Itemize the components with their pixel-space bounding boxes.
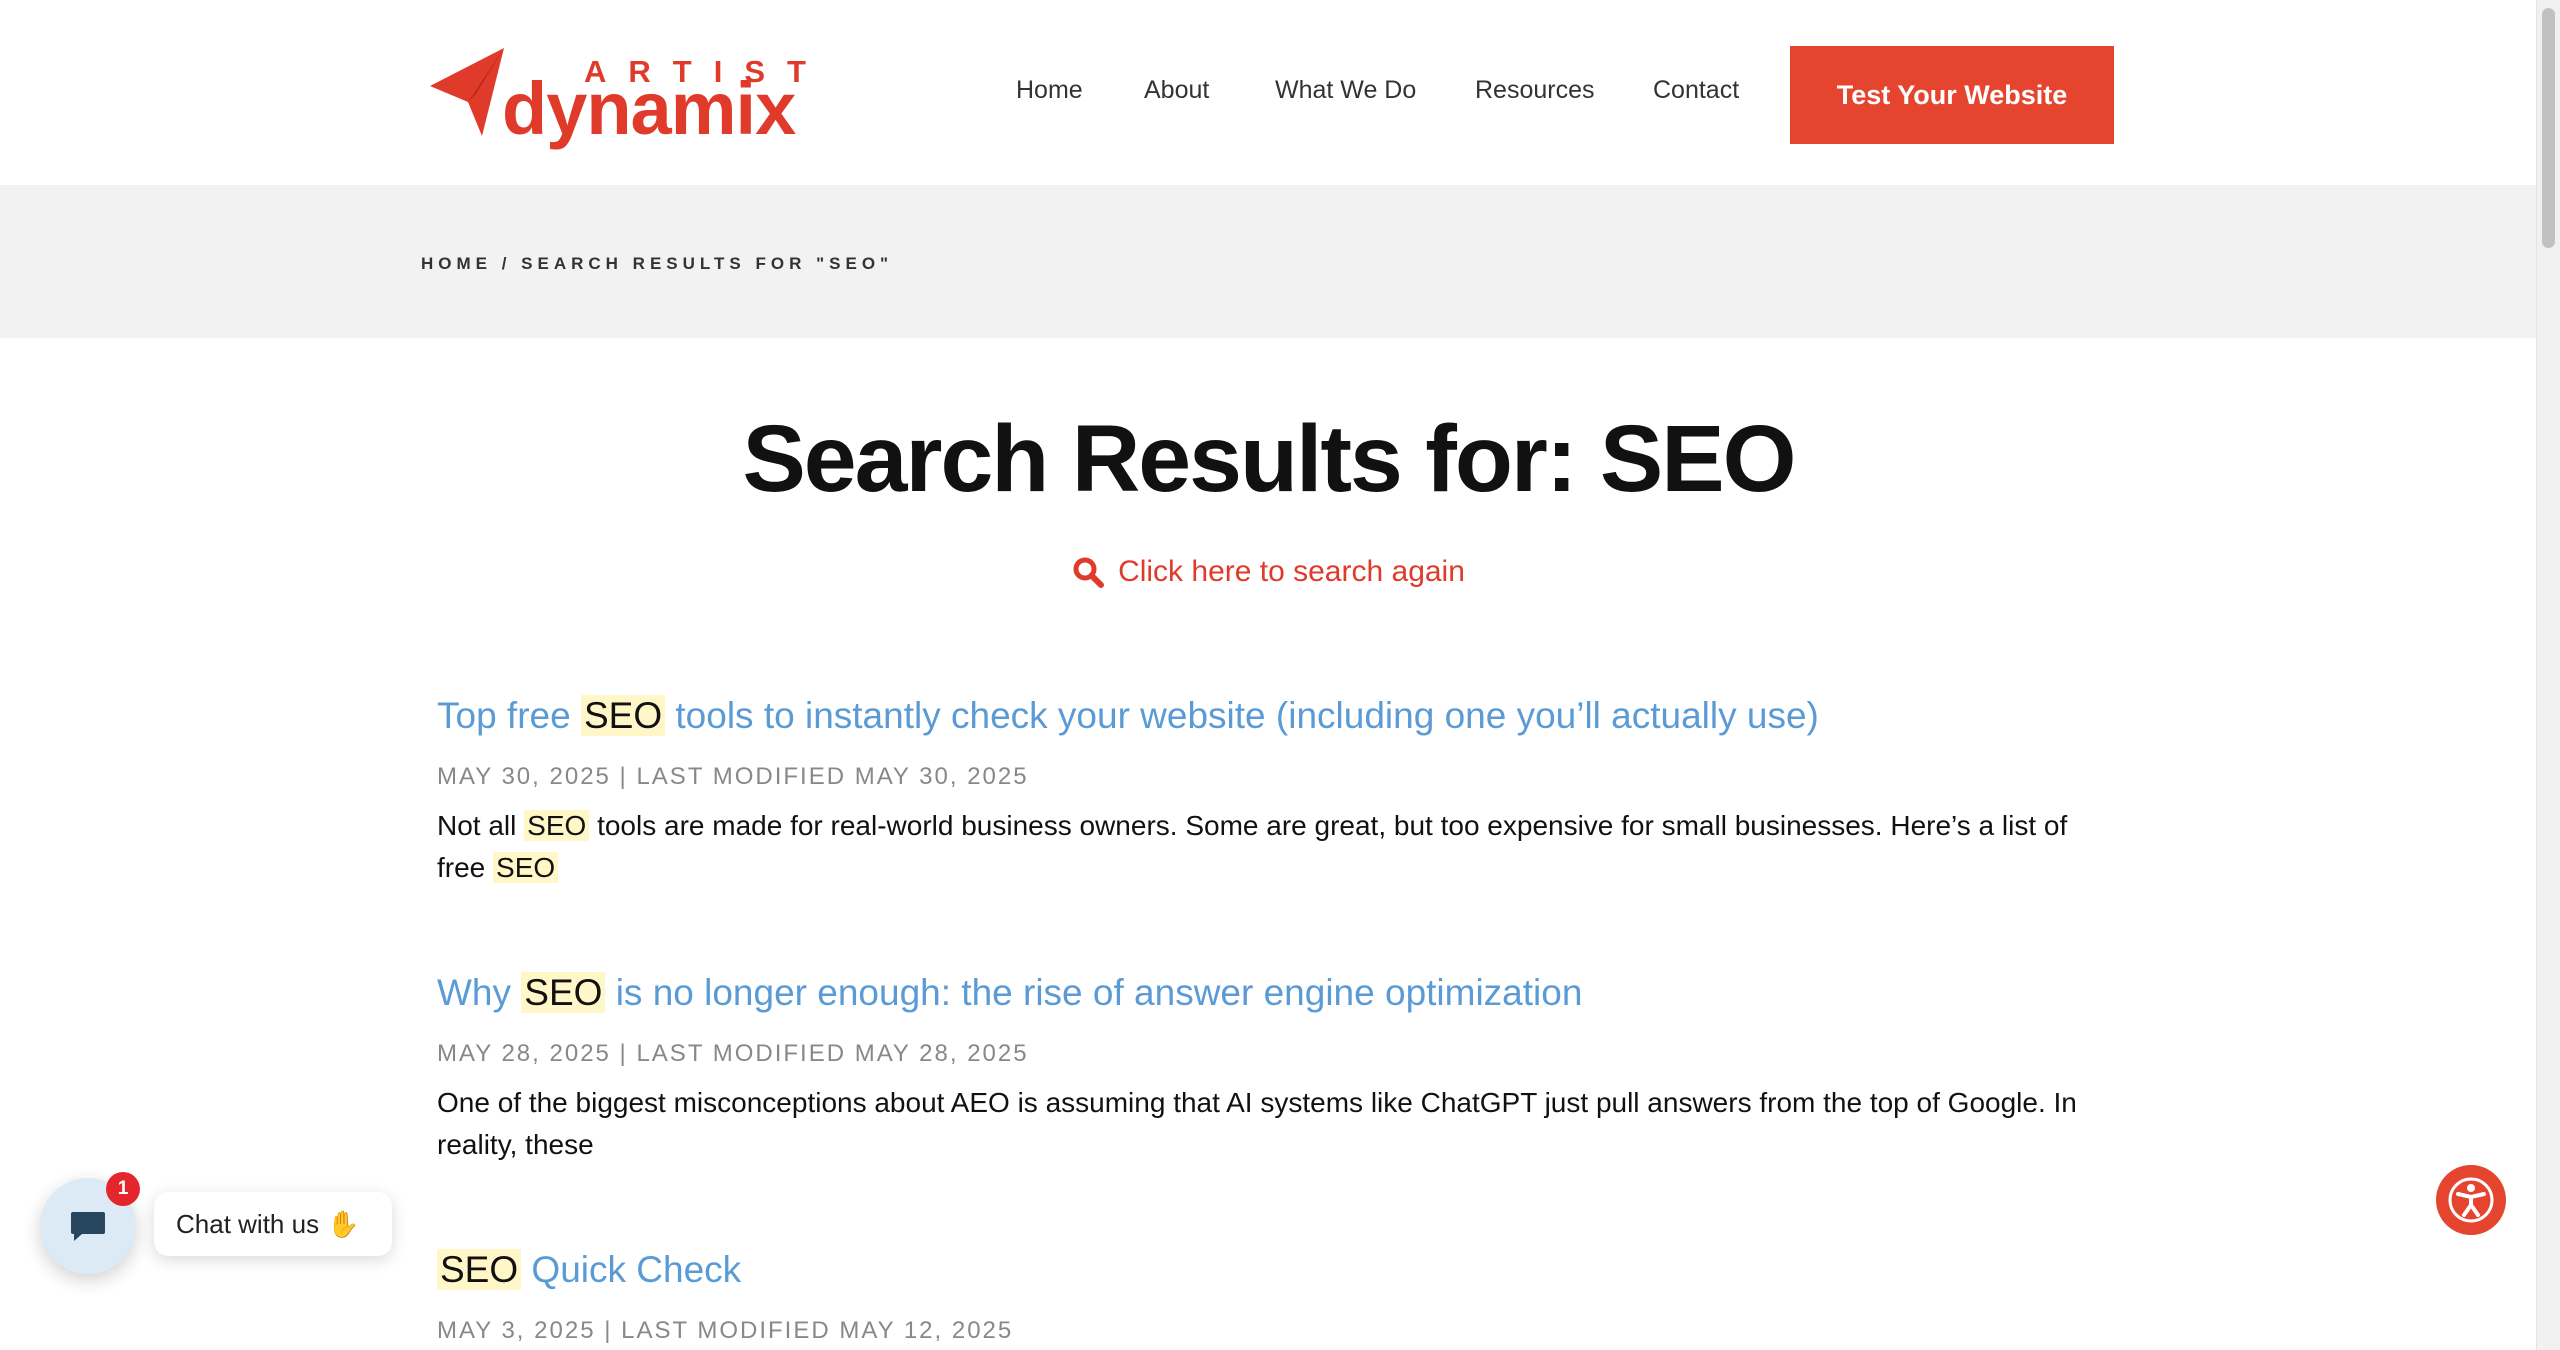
- result-title-text: Top free: [437, 695, 581, 736]
- result-title-link[interactable]: SEO Quick Check: [437, 1249, 741, 1290]
- result-title-link[interactable]: Top free SEO tools to instantly check yo…: [437, 695, 1819, 736]
- breadcrumb: HOME / SEARCH RESULTS FOR "SEO": [421, 254, 893, 274]
- excerpt-highlight: SEO: [493, 852, 559, 883]
- result-title-link[interactable]: Why SEO is no longer enough: the rise of…: [437, 972, 1582, 1013]
- search-again-label: Click here to search again: [1118, 555, 1465, 588]
- nav-contact[interactable]: Contact: [1653, 76, 1739, 105]
- excerpt-highlight: SEO: [524, 810, 590, 841]
- result-title-highlight: SEO: [580, 695, 666, 736]
- breadcrumb-separator: /: [492, 254, 522, 273]
- breadcrumb-bar: HOME / SEARCH RESULTS FOR "SEO": [0, 185, 2537, 338]
- nav-resources[interactable]: Resources: [1475, 76, 1595, 105]
- chat-label: Chat with us: [176, 1208, 320, 1239]
- search-result: Top free SEO tools to instantly check yo…: [437, 695, 2117, 883]
- nav-home[interactable]: Home: [1016, 76, 1083, 105]
- result-excerpt: Not all SEO tools are made for real-worl…: [437, 805, 2117, 889]
- nav-what-we-do[interactable]: What We Do: [1275, 76, 1416, 105]
- page-title: Search Results for: SEO: [742, 406, 1796, 512]
- accessibility-button[interactable]: [2436, 1165, 2506, 1235]
- search-icon: [1073, 557, 1105, 588]
- result-excerpt: One of the biggest misconceptions about …: [437, 1087, 2077, 1160]
- chat-with-us-bubble[interactable]: Chat with us ✋: [154, 1192, 392, 1256]
- result-meta: MAY 3, 2025 | LAST MODIFIED MAY 12, 2025: [437, 1317, 1014, 1344]
- accessibility-icon: [2448, 1177, 2494, 1223]
- scrollbar-thumb[interactable]: [2542, 8, 2555, 248]
- page-scrollbar[interactable]: [2536, 0, 2560, 1350]
- result-title-highlight: SEO: [437, 1249, 522, 1290]
- site-header: ARTIST dynamix Home About What We Do Res…: [0, 0, 2537, 185]
- result-title-text: Quick Check: [521, 1249, 742, 1290]
- logo-text-dynamix: dynamix: [502, 67, 796, 150]
- breadcrumb-home-link[interactable]: HOME: [421, 254, 492, 273]
- search-result: Why SEO is no longer enough: the rise of…: [437, 972, 2117, 1160]
- excerpt-text: tools are made for real-world business o…: [437, 810, 2068, 883]
- waving-hand-icon: ✋: [327, 1208, 360, 1239]
- chat-unread-badge: 1: [106, 1172, 140, 1206]
- chat-bubble-icon: [71, 1212, 105, 1241]
- result-meta: MAY 28, 2025 | LAST MODIFIED MAY 28, 202…: [437, 1040, 1029, 1067]
- result-title-text: tools to instantly check your website (i…: [665, 695, 1819, 736]
- excerpt-text: Not all: [437, 810, 525, 841]
- result-title-text: Why: [437, 972, 522, 1013]
- result-meta: MAY 30, 2025 | LAST MODIFIED MAY 30, 202…: [437, 763, 1029, 790]
- result-title-highlight: SEO: [521, 972, 606, 1013]
- test-your-website-button[interactable]: Test Your Website: [1790, 46, 2114, 144]
- result-title-text: is no longer enough: the rise of answer …: [605, 972, 1583, 1013]
- nav-about[interactable]: About: [1144, 76, 1209, 105]
- search-again-link[interactable]: Click here to search again: [0, 555, 2537, 589]
- artist-dynamix-logo[interactable]: ARTIST dynamix: [424, 44, 806, 150]
- breadcrumb-current: SEARCH RESULTS FOR "SEO": [521, 254, 894, 273]
- paper-plane-logo-icon: [430, 48, 504, 136]
- search-result: SEO Quick Check MAY 3, 2025 | LAST MODIF…: [437, 1249, 2117, 1344]
